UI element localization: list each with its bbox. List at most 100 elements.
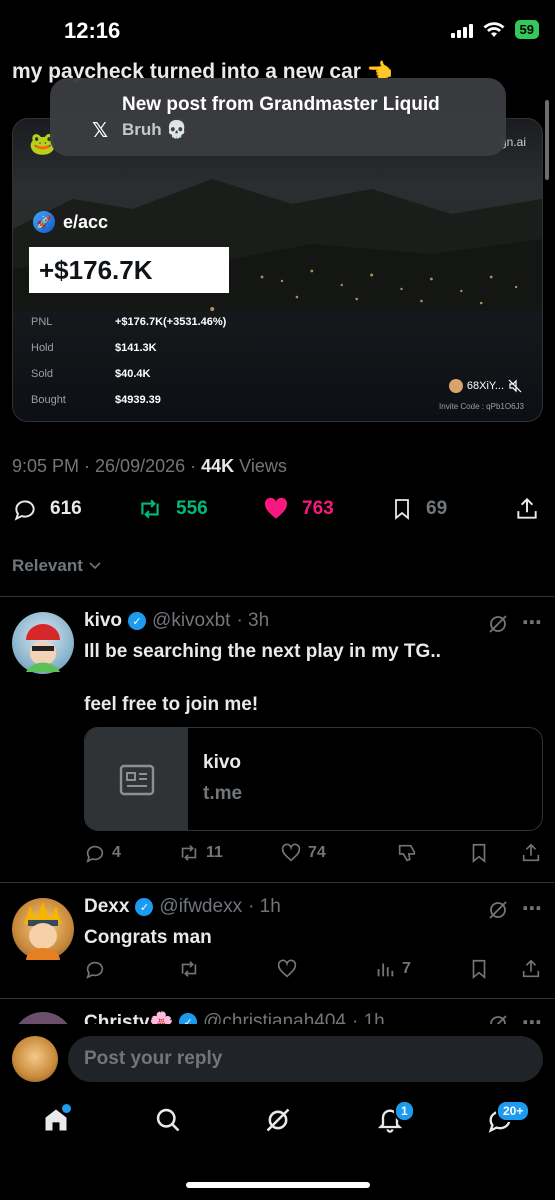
views-count: 44K	[201, 456, 235, 476]
status-icons: 59	[450, 20, 539, 39]
stat-label: PNL	[31, 316, 53, 328]
avatar-cap-icon	[26, 624, 60, 672]
notification-body: Bruh 💀	[122, 120, 188, 139]
reply-count: 616	[50, 498, 82, 519]
display-name[interactable]: Dexx	[84, 896, 129, 918]
link-domain: t.me	[203, 783, 243, 804]
sort-label: Relevant	[12, 556, 83, 575]
reply-button[interactable]: 4	[84, 842, 121, 864]
display-name[interactable]: kivo	[84, 610, 122, 632]
comment-icon[interactable]	[84, 958, 106, 980]
like-button[interactable]: 763	[262, 496, 334, 522]
views-button[interactable]: 7	[374, 958, 411, 980]
post-media[interactable]: 🐸 gn.ai 🚀 e/acc +$176.7K PNL +$176.7K(+35…	[12, 118, 543, 422]
x-logo-icon: 𝕏	[92, 120, 109, 142]
repost-button[interactable]: 11	[178, 842, 223, 864]
like-count: 763	[302, 498, 334, 519]
reply-text: Ill be searching the next play in my TG.…	[84, 641, 441, 662]
nav-messages[interactable]: 20+	[486, 1100, 531, 1139]
reply-text: Congrats man	[84, 927, 212, 948]
user-handle[interactable]: @ifwdexx	[159, 896, 242, 918]
reply-header: kivo ✓ @kivoxbt · 3h	[84, 610, 269, 632]
grok-icon	[266, 1108, 290, 1132]
token-label: 🚀 e/acc	[33, 211, 108, 233]
my-avatar[interactable]	[12, 1036, 58, 1082]
reply-button[interactable]: 616	[12, 496, 82, 522]
like-count: 74	[308, 844, 326, 861]
notification-title: New post from Grandmaster Liquid	[122, 94, 440, 115]
nav-home[interactable]	[42, 1104, 71, 1139]
share-icon	[517, 497, 537, 519]
messages-badge: 20+	[496, 1100, 531, 1122]
chevron-down-icon	[89, 562, 101, 570]
grok-icon[interactable]	[486, 612, 510, 636]
bookmark-button[interactable]: 69	[390, 496, 447, 522]
home-dot-indicator	[62, 1104, 71, 1113]
wifi-icon	[483, 21, 505, 37]
repost-icon	[141, 499, 159, 519]
avatar[interactable]	[12, 898, 74, 960]
reply-action-bar: 7	[84, 958, 543, 982]
bookmark-icon[interactable]	[468, 958, 490, 980]
mute-icon[interactable]	[508, 379, 522, 393]
heart-icon	[281, 843, 301, 862]
reply-count: 4	[112, 844, 121, 861]
reply-time: · 3h	[236, 610, 270, 631]
share-icon[interactable]	[520, 958, 542, 980]
post-timestamp: 9:05 PM · 26/09/2026 ·	[12, 456, 202, 476]
rocket-icon: 🚀	[33, 211, 55, 233]
media-user: 68XiY...	[448, 379, 522, 393]
token-name: e/acc	[63, 211, 109, 232]
status-time: 12:16	[64, 18, 121, 43]
bookmark-icon	[395, 499, 409, 520]
dislike-icon[interactable]	[396, 842, 418, 864]
avatar[interactable]	[12, 612, 74, 674]
reply-action-bar: 4 11 74	[84, 842, 543, 866]
search-icon	[156, 1108, 180, 1132]
nav-grok[interactable]	[264, 1106, 292, 1139]
more-options-icon[interactable]: ⋯	[522, 896, 542, 921]
heart-icon[interactable]	[276, 958, 298, 980]
scrollbar[interactable]	[545, 100, 549, 180]
bottom-navigation: 1 20+	[0, 1096, 555, 1156]
post-meta: 9:05 PM · 26/09/2026 · 44K Views	[12, 456, 287, 477]
grok-icon[interactable]	[486, 898, 510, 922]
share-button[interactable]	[514, 496, 540, 522]
notifications-badge: 1	[394, 1100, 415, 1122]
heart-filled-icon	[265, 497, 288, 519]
home-indicator	[186, 1182, 370, 1188]
post-action-bar: 616 556 763 69	[12, 496, 543, 526]
analytics-icon	[377, 963, 394, 977]
media-username: 68XiY...	[466, 380, 504, 392]
verified-badge-icon: ✓	[135, 898, 154, 916]
reply-time: · 1h	[248, 896, 281, 917]
sort-dropdown[interactable]: Relevant	[12, 556, 102, 576]
reply-input[interactable]: Post your reply	[68, 1036, 543, 1082]
views-label: Views	[234, 456, 287, 476]
link-card[interactable]: kivo t.me	[84, 727, 543, 831]
stat-value: $4939.39	[115, 394, 161, 406]
divider	[0, 882, 555, 883]
mountain-background	[13, 179, 542, 319]
nav-notifications[interactable]: 1	[376, 1100, 415, 1139]
repost-icon	[181, 845, 197, 861]
repost-button[interactable]: 556	[136, 496, 208, 522]
user-avatar	[448, 379, 463, 393]
signal-icon	[450, 22, 473, 38]
divider	[0, 596, 555, 597]
link-title: kivo	[203, 752, 242, 773]
repost-count: 556	[176, 498, 208, 519]
stat-value: $141.3K	[115, 342, 157, 354]
repost-icon[interactable]	[178, 958, 200, 980]
share-icon[interactable]	[520, 842, 542, 864]
more-options-icon[interactable]: ⋯	[522, 610, 542, 635]
battery-icon: 59	[514, 20, 539, 39]
notification-banner[interactable]: New post from Grandmaster Liquid 𝕏 Bruh …	[50, 78, 506, 156]
bookmark-icon[interactable]	[468, 842, 490, 864]
comment-icon	[86, 845, 104, 863]
like-button[interactable]: 74	[280, 842, 326, 864]
user-handle[interactable]: @kivoxbt	[152, 610, 230, 632]
stat-label: Sold	[31, 368, 54, 380]
avatar-character-icon	[24, 902, 62, 960]
nav-search[interactable]	[154, 1106, 182, 1139]
